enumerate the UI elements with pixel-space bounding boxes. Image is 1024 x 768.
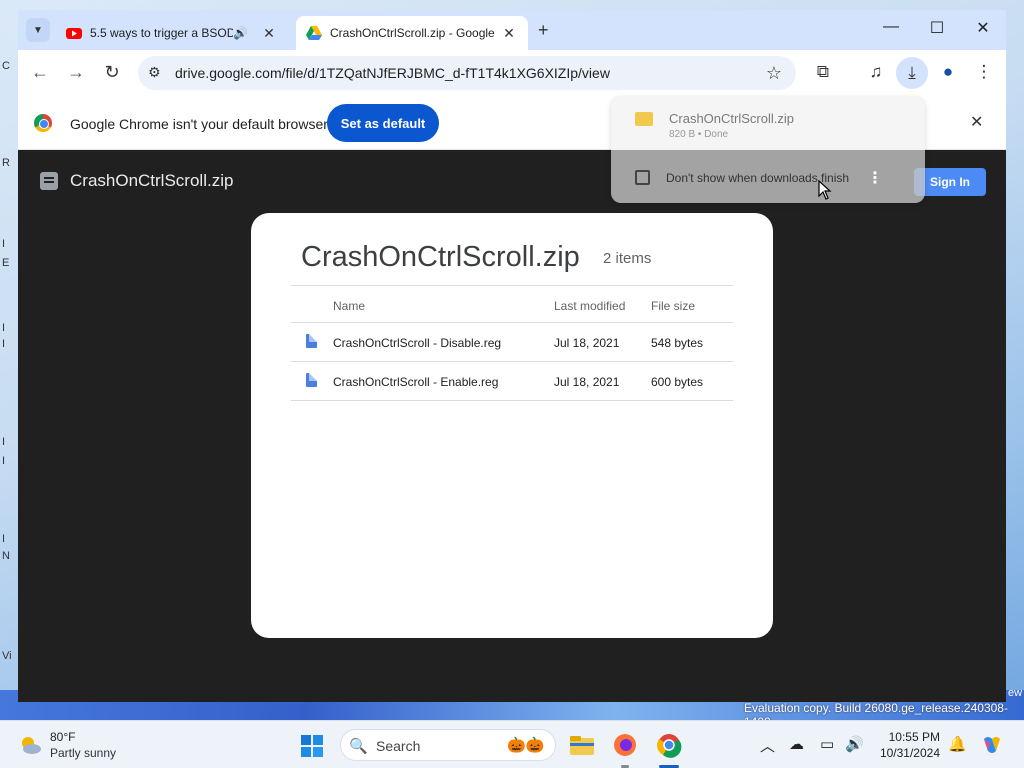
weather-condition[interactable]: Partly sunny: [50, 746, 116, 760]
document-icon: [306, 373, 317, 387]
weather-temp[interactable]: 80°F: [50, 730, 75, 744]
copilot-icon[interactable]: [980, 733, 1004, 757]
google-drive-icon: [306, 26, 322, 40]
column-header: Last modified: [554, 299, 626, 313]
tab-search-button[interactable]: ▼: [26, 18, 50, 42]
chrome-logo-icon: [34, 114, 52, 132]
search-placeholder: Search: [376, 738, 421, 754]
tab-title: 5.5 ways to trigger a BSOD: [90, 26, 234, 40]
download-icon[interactable]: ⤓: [896, 57, 928, 89]
file-size: 548 bytes: [651, 336, 704, 350]
reload-button[interactable]: ↻: [100, 62, 124, 83]
desktop-icon-label: R: [2, 157, 10, 169]
file-name: CrashOnCtrlScroll - Disable.reg: [333, 336, 502, 350]
chrome-icon[interactable]: [655, 731, 683, 759]
tab-strip: ▼ 5.5 ways to trigger a BSOD 🔊 ✕ CrashOn…: [18, 10, 1006, 50]
desktop-icon-label: C: [2, 60, 10, 72]
partly-sunny-icon[interactable]: [18, 733, 42, 757]
desktop-icon-label: I: [2, 338, 6, 350]
file-modified: Jul 18, 2021: [554, 375, 620, 389]
document-icon: [306, 334, 317, 348]
chevron-up-icon[interactable]: ︿: [760, 735, 775, 756]
download-item[interactable]: CrashOnCtrlScroll.zip 820 B • Done: [611, 96, 925, 150]
clock-time: 10:55 PM: [888, 730, 940, 744]
mouse-cursor-icon: [818, 180, 832, 200]
download-status: 820 B • Done: [669, 129, 729, 140]
chevron-down-icon: ▼: [33, 24, 43, 36]
search-icon: 🔍: [349, 738, 368, 755]
dont-show-checkbox[interactable]: [635, 170, 650, 185]
site-info-icon[interactable]: ⚙: [148, 64, 161, 81]
toolbar: ← → ↻ ⚙ drive.google.com/file/d/1TZQatNJ…: [18, 50, 1006, 96]
desktop-icon-label: I: [2, 533, 6, 545]
menu-kebab-icon[interactable]: ⋮: [971, 62, 997, 82]
more-options-icon[interactable]: ⋮: [867, 168, 883, 188]
folder-icon: [635, 112, 653, 126]
table-row[interactable]: CrashOnCtrlScroll - Enable.reg Jul 18, 2…: [291, 362, 733, 401]
maximize-button[interactable]: ☐: [925, 18, 949, 38]
url-text[interactable]: drive.google.com/file/d/1TZQatNJfERJBMC_…: [175, 65, 610, 81]
network-icon[interactable]: ▭: [820, 735, 834, 753]
taskbar-search[interactable]: 🔍 Search 🎃🎃: [340, 729, 556, 761]
onedrive-icon[interactable]: ☁: [789, 735, 804, 753]
close-icon[interactable]: ✕: [260, 25, 278, 42]
viewer-title: CrashOnCtrlScroll.zip: [70, 171, 234, 190]
window-close-button[interactable]: ✕: [971, 18, 995, 38]
set-as-default-button[interactable]: Set as default: [327, 104, 439, 142]
tab-drive[interactable]: CrashOnCtrlScroll.zip - Google ✕: [296, 16, 528, 50]
table-row[interactable]: CrashOnCtrlScroll - Disable.reg Jul 18, …: [291, 323, 733, 362]
watermark-tail: ew: [1008, 687, 1023, 699]
clock-date: 10/31/2024: [879, 746, 940, 760]
extensions-icon[interactable]: ⧉: [810, 62, 836, 82]
file-explorer-icon[interactable]: [568, 731, 596, 759]
desktop-icon-label: E: [2, 257, 10, 269]
tab-title: CrashOnCtrlScroll.zip - Google: [330, 26, 495, 40]
column-header: Name: [333, 299, 366, 313]
address-bar[interactable]: ⚙ drive.google.com/file/d/1TZQatNJfERJBM…: [138, 56, 796, 90]
profile-icon[interactable]: ●: [935, 62, 961, 82]
zip-name: CrashOnCtrlScroll.zip: [301, 241, 580, 273]
file-name: CrashOnCtrlScroll - Enable.reg: [333, 375, 499, 389]
download-file-name: CrashOnCtrlScroll.zip: [669, 111, 794, 126]
minimize-button[interactable]: —: [879, 18, 903, 36]
close-icon[interactable]: ✕: [970, 112, 983, 132]
file-icon: [40, 172, 58, 190]
desktop-icon-label: Vi: [2, 650, 12, 662]
bookmark-star-icon[interactable]: ☆: [766, 63, 782, 84]
desktop-icon-label: I: [2, 238, 6, 250]
file-size: 600 bytes: [651, 375, 704, 389]
item-count: 2 items: [603, 250, 652, 267]
firefox-icon[interactable]: [611, 731, 639, 759]
zip-contents-card: CrashOnCtrlScroll.zip 2 items Name Last …: [251, 213, 773, 638]
drive-viewer: CrashOnCtrlScroll.zip Sign In CrashOnCtr…: [18, 150, 1006, 702]
pumpkin-icon: 🎃🎃: [507, 737, 545, 754]
forward-button[interactable]: →: [64, 62, 88, 83]
windows-start-icon[interactable]: [300, 734, 324, 758]
infobar-message: Google Chrome isn't your default browser: [70, 116, 328, 132]
downloads-bubble: CrashOnCtrlScroll.zip 820 B • Done Don't…: [611, 96, 925, 203]
media-controls-icon[interactable]: ♫: [863, 62, 889, 82]
youtube-icon: [66, 28, 82, 39]
desktop-icon-label: N: [2, 550, 10, 562]
notification-bell-icon[interactable]: 🔔: [948, 735, 967, 753]
taskbar: 80°F Partly sunny 🔍 Search 🎃🎃 ︿ ☁ ▭ 🔊 10…: [0, 720, 1024, 768]
tab-youtube[interactable]: 5.5 ways to trigger a BSOD 🔊 ✕: [56, 16, 288, 50]
new-tab-button[interactable]: +: [538, 20, 549, 41]
clock[interactable]: 10:55 PM 10/31/2024: [878, 729, 940, 761]
speaker-icon[interactable]: 🔊: [233, 26, 248, 40]
volume-icon[interactable]: 🔊: [845, 735, 864, 753]
back-button[interactable]: ←: [28, 62, 52, 83]
close-icon[interactable]: ✕: [500, 25, 518, 42]
column-header: File size: [651, 299, 696, 313]
file-modified: Jul 18, 2021: [554, 336, 620, 350]
zip-table: Name Last modified File size CrashOnCtrl…: [291, 285, 733, 401]
desktop-icon-label: I: [2, 322, 6, 334]
table-header: Name Last modified File size: [291, 285, 733, 323]
desktop-icon-label: I: [2, 436, 6, 448]
desktop-icon-label: I: [2, 455, 6, 467]
